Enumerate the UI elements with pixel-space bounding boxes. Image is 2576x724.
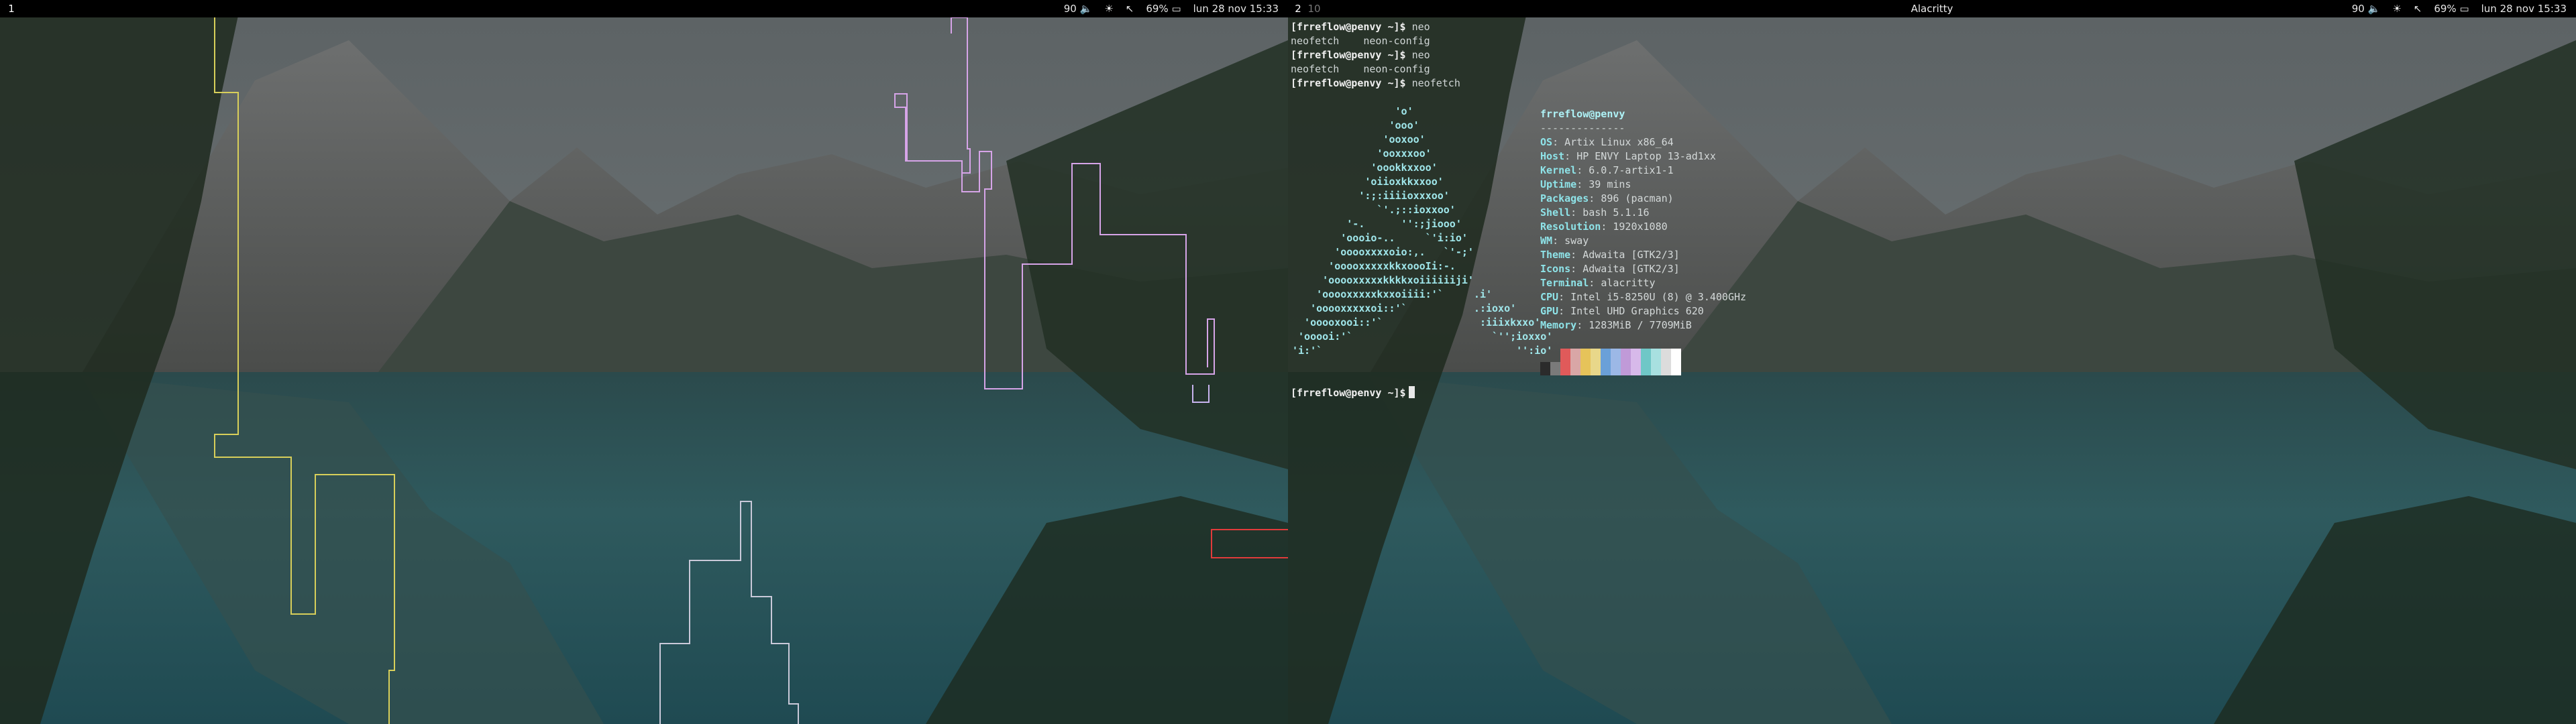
status-area: 90 🔈 ☀ ↖ 69% ▭ lun 28 nov 15:33 xyxy=(2352,0,2567,17)
info-value: 1920x1080 xyxy=(1613,221,1668,233)
network-icon[interactable]: ↖ xyxy=(2414,0,2422,17)
info-row: Theme: Adwaita [GTK2/3] xyxy=(1540,249,1680,261)
terminal-line: neofetch neon-config xyxy=(1291,63,1430,75)
info-key: CPU xyxy=(1540,291,1559,303)
battery-indicator[interactable]: 69% ▭ xyxy=(1146,0,1181,17)
info-key: Uptime xyxy=(1540,178,1577,190)
info-value: HP ENVY Laptop 13-ad1xx xyxy=(1576,150,1716,162)
info-value: 6.0.7-artix1-1 xyxy=(1589,164,1674,176)
info-row: Shell: bash 5.1.16 xyxy=(1540,206,1650,219)
info-row: Terminal: alacritty xyxy=(1540,277,1656,289)
top-bar: 1 90 🔈 ☀ ↖ 69% ▭ lun 28 nov 15:33 xyxy=(0,0,1288,17)
info-row: Uptime: 39 mins xyxy=(1540,178,1631,190)
volume-indicator[interactable]: 90 🔈 xyxy=(2352,0,2381,17)
color-swatch xyxy=(1611,349,1621,375)
violet-window-outline xyxy=(894,17,1215,389)
info-key: OS xyxy=(1540,136,1553,148)
info-key: Theme xyxy=(1540,249,1571,261)
left-monitor: 1 90 🔈 ☀ ↖ 69% ▭ lun 28 nov 15:33 xyxy=(0,0,1288,724)
neofetch-info: frreflow@penvy -------------- OS: Artix … xyxy=(1540,107,1746,333)
info-value: Adwaita [GTK2/3] xyxy=(1582,263,1680,275)
info-row: Kernel: 6.0.7-artix1-1 xyxy=(1540,164,1674,176)
color-palette xyxy=(1540,349,1681,375)
info-value: sway xyxy=(1564,235,1589,247)
terminal-prompt-line[interactable]: [frreflow@penvy ~]$ xyxy=(1291,386,1415,400)
top-bar: 2 10 Alacritty 90 🔈 ☀ ↖ 69% ▭ lun 28 nov… xyxy=(1288,0,2576,17)
clock[interactable]: lun 28 nov 15:33 xyxy=(1193,0,1279,17)
info-row: GPU: Intel UHD Graphics 620 xyxy=(1540,305,1704,317)
alacritty-terminal[interactable]: [frreflow@penvy ~]$ neo neofetch neon-co… xyxy=(1288,17,2576,724)
terminal-line: [frreflow@penvy ~]$ neo xyxy=(1291,21,1430,33)
info-value: Intel UHD Graphics 620 xyxy=(1570,305,1704,317)
info-key: Terminal xyxy=(1540,277,1589,289)
color-swatch xyxy=(1540,362,1550,375)
status-area: 90 🔈 ☀ ↖ 69% ▭ lun 28 nov 15:33 xyxy=(1064,0,1279,17)
color-swatch xyxy=(1641,349,1651,375)
info-row: Packages: 896 (pacman) xyxy=(1540,192,1674,204)
clock[interactable]: lun 28 nov 15:33 xyxy=(2481,0,2567,17)
terminal-line: [frreflow@penvy ~]$ neofetch xyxy=(1291,77,1460,89)
terminal-line: neofetch neon-config xyxy=(1291,35,1430,47)
info-key: GPU xyxy=(1540,305,1559,317)
info-key: WM xyxy=(1540,235,1553,247)
info-key: Memory xyxy=(1540,319,1577,331)
info-value: bash 5.1.16 xyxy=(1582,206,1650,219)
info-key: Icons xyxy=(1540,263,1571,275)
network-icon[interactable]: ↖ xyxy=(1126,0,1134,17)
artix-ascii-logo: 'o' 'ooo' 'ooxoo' 'ooxxxoo' 'oookkxxoo' … xyxy=(1292,105,1553,357)
lilac-window-outline xyxy=(1192,385,1210,403)
info-row: WM: sway xyxy=(1540,235,1589,247)
text-cursor xyxy=(1408,386,1415,398)
yellow-window-outline xyxy=(214,17,395,724)
info-value: Adwaita [GTK2/3] xyxy=(1582,249,1680,261)
volume-indicator[interactable]: 90 🔈 xyxy=(1064,0,1093,17)
info-separator: -------------- xyxy=(1540,122,1625,134)
color-swatch xyxy=(1550,362,1560,375)
brightness-icon[interactable]: ☀ xyxy=(1104,0,1113,17)
info-key: Packages xyxy=(1540,192,1589,204)
red-window-outline xyxy=(1211,529,1288,558)
color-swatch xyxy=(1621,349,1631,375)
brightness-icon[interactable]: ☀ xyxy=(2392,0,2401,17)
color-swatch xyxy=(1671,349,1681,375)
info-value: alacritty xyxy=(1601,277,1656,289)
info-row: Icons: Adwaita [GTK2/3] xyxy=(1540,263,1680,275)
color-swatch xyxy=(1570,349,1580,375)
info-value: Intel i5-8250U (8) @ 3.400GHz xyxy=(1570,291,1747,303)
color-swatch xyxy=(1560,349,1570,375)
color-swatch xyxy=(1591,349,1601,375)
color-swatch xyxy=(1651,349,1661,375)
info-key: Host xyxy=(1540,150,1565,162)
info-key: Kernel xyxy=(1540,164,1577,176)
info-value: 1283MiB / 7709MiB xyxy=(1589,319,1692,331)
terminal-line: [frreflow@penvy ~]$ neo xyxy=(1291,49,1430,61)
white-window-outline xyxy=(659,501,799,724)
battery-indicator[interactable]: 69% ▭ xyxy=(2434,0,2469,17)
right-monitor: [frreflow@penvy ~]$ neo neofetch neon-co… xyxy=(1288,0,2576,724)
info-row: OS: Artix Linux x86_64 xyxy=(1540,136,1674,148)
info-key: Shell xyxy=(1540,206,1571,219)
info-title: frreflow@penvy xyxy=(1540,108,1625,120)
info-value: 896 (pacman) xyxy=(1601,192,1674,204)
color-swatch xyxy=(1661,349,1671,375)
workspace-1-button[interactable]: 1 xyxy=(4,0,19,17)
info-value: 39 mins xyxy=(1589,178,1631,190)
info-row: CPU: Intel i5-8250U (8) @ 3.400GHz xyxy=(1540,291,1747,303)
info-key: Resolution xyxy=(1540,221,1601,233)
color-swatch xyxy=(1631,349,1641,375)
info-value: Artix Linux x86_64 xyxy=(1564,136,1674,148)
info-row: Host: HP ENVY Laptop 13-ad1xx xyxy=(1540,150,1716,162)
color-swatch xyxy=(1580,349,1591,375)
info-row: Memory: 1283MiB / 7709MiB xyxy=(1540,319,1692,331)
color-swatch xyxy=(1601,349,1611,375)
info-row: Resolution: 1920x1080 xyxy=(1540,221,1668,233)
window-borders-overlay xyxy=(214,17,1288,724)
